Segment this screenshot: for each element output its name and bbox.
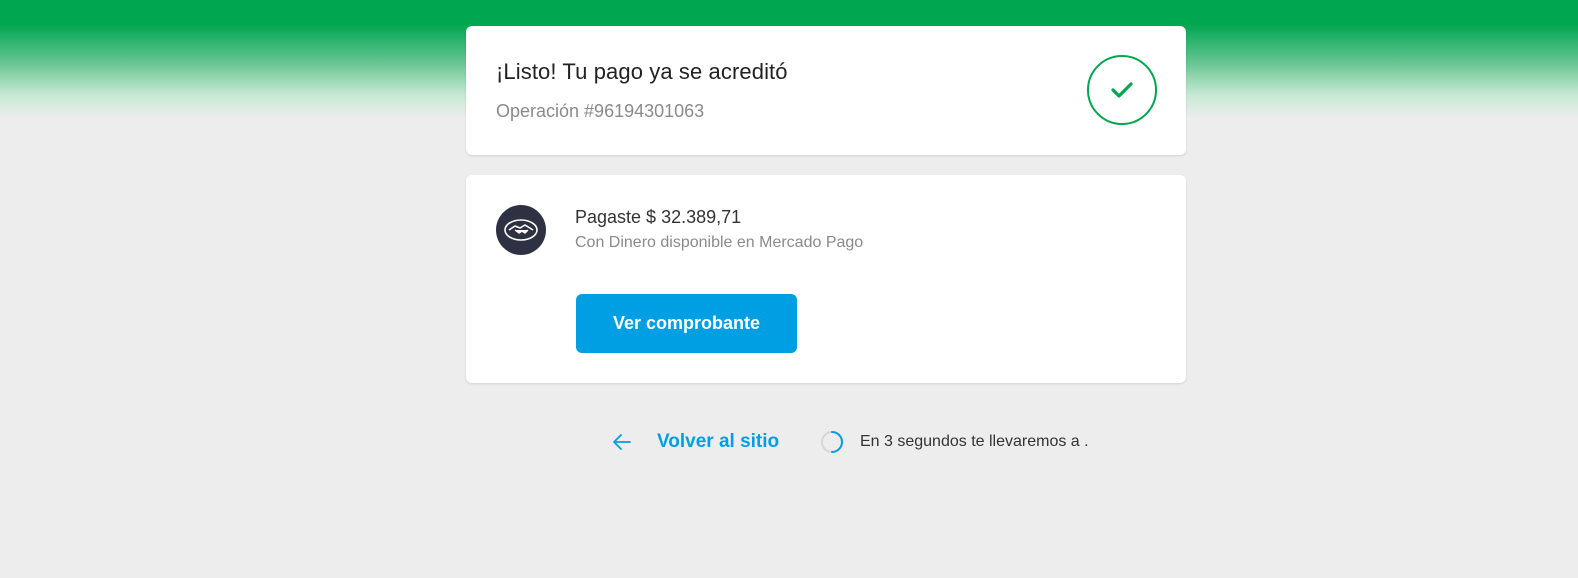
redirect-notice: En 3 segundos te llevaremos a .	[820, 428, 1089, 456]
payment-status-card: ¡Listo! Tu pago ya se acreditó Operación…	[466, 26, 1186, 155]
operation-number: Operación #96194301063	[496, 101, 705, 121]
success-check-badge	[1087, 55, 1157, 125]
payment-detail-card: Pagaste $ 32.389,71 Con Dinero disponibl…	[466, 175, 1186, 383]
loading-spinner-icon	[821, 431, 843, 453]
back-to-site-label: Volver al sitio	[657, 431, 780, 452]
check-icon	[1111, 82, 1133, 98]
back-to-site-link[interactable]: Volver al sitio	[611, 428, 779, 456]
mercado-pago-handshake-icon	[496, 205, 546, 255]
view-receipt-button[interactable]: Ver comprobante	[576, 294, 797, 353]
status-title: ¡Listo! Tu pago ya se acreditó	[496, 59, 788, 84]
redirect-countdown-text: En 3 segundos te llevaremos a .	[860, 433, 1089, 450]
payment-method: Con Dinero disponible en Mercado Pago	[575, 234, 864, 251]
payment-amount: Pagaste $ 32.389,71	[575, 207, 742, 227]
arrow-left-icon	[613, 434, 631, 450]
